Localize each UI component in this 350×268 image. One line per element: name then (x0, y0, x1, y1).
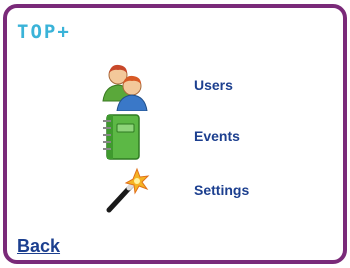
magic-wand-icon (99, 166, 151, 216)
notebook-icon (99, 112, 151, 162)
users-label: Users (194, 77, 233, 93)
brand-logo: TOP+ (17, 21, 71, 43)
users-icon (99, 61, 151, 112)
device-frame: TOP+ Users Events Settings Back (3, 4, 347, 264)
menu-item-users[interactable]: Users (99, 61, 279, 112)
settings-label: Settings (194, 182, 250, 198)
menu-item-settings[interactable]: Settings (99, 166, 279, 216)
back-link[interactable]: Back (17, 236, 60, 257)
menu-item-events[interactable]: Events (99, 112, 279, 162)
events-label: Events (194, 128, 240, 144)
